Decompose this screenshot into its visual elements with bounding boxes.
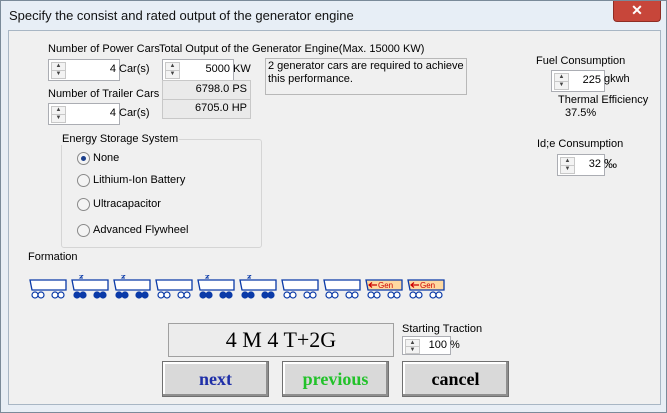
stepper-down-icon[interactable]: ▼	[561, 166, 574, 173]
radio-lithium-ion-label[interactable]: Lithium-Ion Battery	[93, 174, 185, 186]
stepper-down-icon[interactable]: ▼	[52, 115, 65, 122]
stepper-down-icon[interactable]: ▼	[406, 347, 419, 353]
stepper-up-icon[interactable]: ▲	[52, 63, 65, 71]
previous-button[interactable]: previous	[282, 361, 389, 397]
radio-ultracapacitor[interactable]	[77, 198, 90, 211]
gen-label: Gen	[378, 281, 393, 290]
title-bar: Specify the consist and rated output of …	[1, 1, 666, 29]
consist-summary: 4 M 4 T+2G	[168, 323, 394, 357]
starting-traction-stepper[interactable]: ▲ ▼ 100	[402, 336, 451, 355]
cancel-button[interactable]: cancel	[402, 361, 509, 397]
trailer-car-icon	[29, 279, 67, 299]
total-output-kw-unit: KW	[233, 63, 251, 75]
power-car-icon	[197, 275, 235, 299]
window-title: Specify the consist and rated output of …	[9, 8, 354, 23]
total-output-hp-field: 6705.0 HP	[162, 99, 251, 119]
total-output-kw-stepper[interactable]: ▲ ▼ 5000	[162, 59, 234, 81]
radio-lithium-ion[interactable]	[77, 174, 90, 187]
idle-consumption-label: Id;e Consumption	[537, 138, 624, 150]
power-cars-stepper[interactable]: ▲ ▼ 4	[48, 59, 120, 81]
gen-label: Gen	[420, 281, 435, 290]
next-button[interactable]: next	[162, 361, 269, 397]
starting-traction-value[interactable]: 100	[429, 339, 447, 351]
stepper-arrows[interactable]: ▲ ▼	[560, 157, 575, 174]
trailer-car-icon	[281, 279, 319, 299]
stepper-arrows[interactable]: ▲ ▼	[554, 73, 569, 90]
trailer-car-icon	[323, 279, 361, 299]
radio-flywheel[interactable]	[77, 224, 90, 237]
power-cars-unit: Car(s)	[119, 63, 150, 75]
fuel-consumption-label: Fuel Consumption	[536, 55, 626, 67]
power-car-icon	[113, 275, 151, 299]
trailer-cars-value[interactable]: 4	[110, 107, 116, 119]
thermal-efficiency-value: 37.5%	[565, 107, 597, 119]
trailer-car-icon	[155, 279, 193, 299]
stepper-up-icon[interactable]: ▲	[555, 74, 568, 82]
radio-none[interactable]	[77, 152, 90, 165]
total-output-label: Total Output of the Generator Engine(Max…	[159, 43, 425, 55]
radio-ultracapacitor-label[interactable]: Ultracapacitor	[93, 198, 161, 210]
fuel-consumption-value[interactable]: 225	[583, 74, 601, 86]
total-output-ps-value: 6798.0 PS	[195, 83, 247, 95]
close-button[interactable]: ✕	[613, 1, 661, 22]
power-cars-label: Number of Power Cars	[48, 43, 160, 55]
idle-consumption-stepper[interactable]: ▲ ▼ 32	[557, 154, 605, 176]
idle-consumption-unit: ‰	[604, 156, 617, 171]
stepper-down-icon[interactable]: ▼	[166, 71, 179, 78]
stepper-up-icon[interactable]: ▲	[406, 340, 419, 347]
thermal-efficiency-label: Thermal Efficiency	[558, 94, 649, 106]
trailer-cars-unit: Car(s)	[119, 107, 150, 119]
info-message-box: 2 generator cars are required to achieve…	[265, 58, 467, 95]
stepper-arrows[interactable]: ▲ ▼	[165, 62, 180, 79]
stepper-up-icon[interactable]: ▲	[166, 63, 179, 71]
energy-storage-label: Energy Storage System	[61, 133, 180, 145]
radio-flywheel-label[interactable]: Advanced Flywheel	[93, 224, 188, 236]
fuel-consumption-stepper[interactable]: ▲ ▼ 225	[551, 70, 605, 92]
radio-none-label[interactable]: None	[93, 152, 119, 164]
fuel-consumption-unit: gkwh	[604, 73, 630, 85]
power-cars-value[interactable]: 4	[110, 63, 116, 75]
stepper-arrows[interactable]: ▲ ▼	[51, 62, 66, 79]
generator-car-icon: Gen	[365, 279, 403, 299]
power-car-icon	[71, 275, 109, 299]
stepper-down-icon[interactable]: ▼	[52, 71, 65, 78]
trailer-cars-stepper[interactable]: ▲ ▼ 4	[48, 103, 120, 125]
starting-traction-unit: %	[450, 339, 460, 351]
total-output-ps-field: 6798.0 PS	[162, 80, 251, 100]
idle-consumption-value[interactable]: 32	[589, 158, 601, 170]
generator-car-icon: Gen	[407, 279, 445, 299]
starting-traction-label: Starting Traction	[402, 323, 483, 335]
total-output-hp-value: 6705.0 HP	[195, 102, 247, 114]
total-output-kw-value[interactable]: 5000	[206, 63, 230, 75]
stepper-down-icon[interactable]: ▼	[555, 82, 568, 89]
stepper-up-icon[interactable]: ▲	[561, 158, 574, 166]
stepper-arrows[interactable]: ▲ ▼	[51, 106, 66, 123]
trailer-cars-label: Number of Trailer Cars	[48, 88, 160, 100]
formation-label: Formation	[28, 251, 78, 263]
power-car-icon	[239, 275, 277, 299]
stepper-arrows[interactable]: ▲ ▼	[405, 339, 420, 354]
stepper-up-icon[interactable]: ▲	[52, 107, 65, 115]
